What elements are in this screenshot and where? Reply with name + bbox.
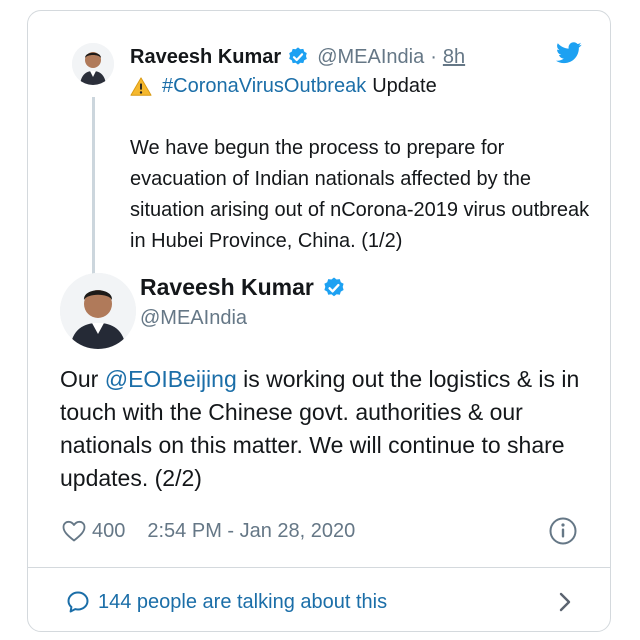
tweet-time-link[interactable]: 8h bbox=[443, 46, 465, 69]
separator-dot: · bbox=[430, 45, 437, 68]
warning-icon bbox=[130, 76, 152, 98]
author-handle[interactable]: @MEAIndia bbox=[317, 46, 424, 69]
tweet-meta: 400 2:54 PM - Jan 28, 2020 bbox=[62, 515, 355, 547]
thread-line bbox=[92, 97, 95, 283]
tweet-text-start: Our bbox=[60, 366, 105, 392]
tweet-timestamp[interactable]: 2:54 PM - Jan 28, 2020 bbox=[147, 520, 355, 543]
heart-icon[interactable] bbox=[62, 520, 86, 542]
divider bbox=[28, 567, 610, 568]
tweet-text: Our @EOIBeijing is working out the logis… bbox=[60, 363, 600, 495]
chevron-right-icon[interactable] bbox=[558, 591, 572, 613]
avatar[interactable] bbox=[72, 43, 114, 85]
update-label: Update bbox=[372, 75, 437, 97]
verified-badge-icon bbox=[322, 276, 346, 300]
mention-link[interactable]: @EOIBeijing bbox=[105, 366, 237, 392]
author-handle[interactable]: @MEAIndia bbox=[140, 307, 247, 330]
conversation-link[interactable]: 144 people are talking about this bbox=[66, 586, 387, 618]
embedded-tweet-card: Raveesh Kumar @MEAIndia · 8h #CoronaViru… bbox=[27, 10, 611, 632]
avatar[interactable] bbox=[60, 273, 136, 349]
verified-badge-icon bbox=[287, 46, 309, 68]
info-icon[interactable] bbox=[548, 516, 578, 546]
author-name: Raveesh Kumar bbox=[140, 274, 346, 301]
hashtag-link[interactable]: #CoronaVirusOutbreak bbox=[162, 75, 366, 98]
like-count[interactable]: 400 bbox=[92, 520, 125, 543]
conversation-count: 144 people are talking about this bbox=[98, 590, 388, 613]
author-name[interactable]: Raveesh Kumar bbox=[130, 46, 281, 69]
tweet-header: Raveesh Kumar @MEAIndia · 8h bbox=[130, 42, 465, 72]
update-line: #CoronaVirusOutbreak Update bbox=[130, 75, 437, 98]
speech-bubble-icon bbox=[66, 590, 90, 614]
twitter-bird-icon[interactable] bbox=[556, 41, 582, 65]
author-name-text[interactable]: Raveesh Kumar bbox=[140, 274, 314, 301]
tweet-text: We have begun the process to prepare for… bbox=[130, 137, 590, 252]
